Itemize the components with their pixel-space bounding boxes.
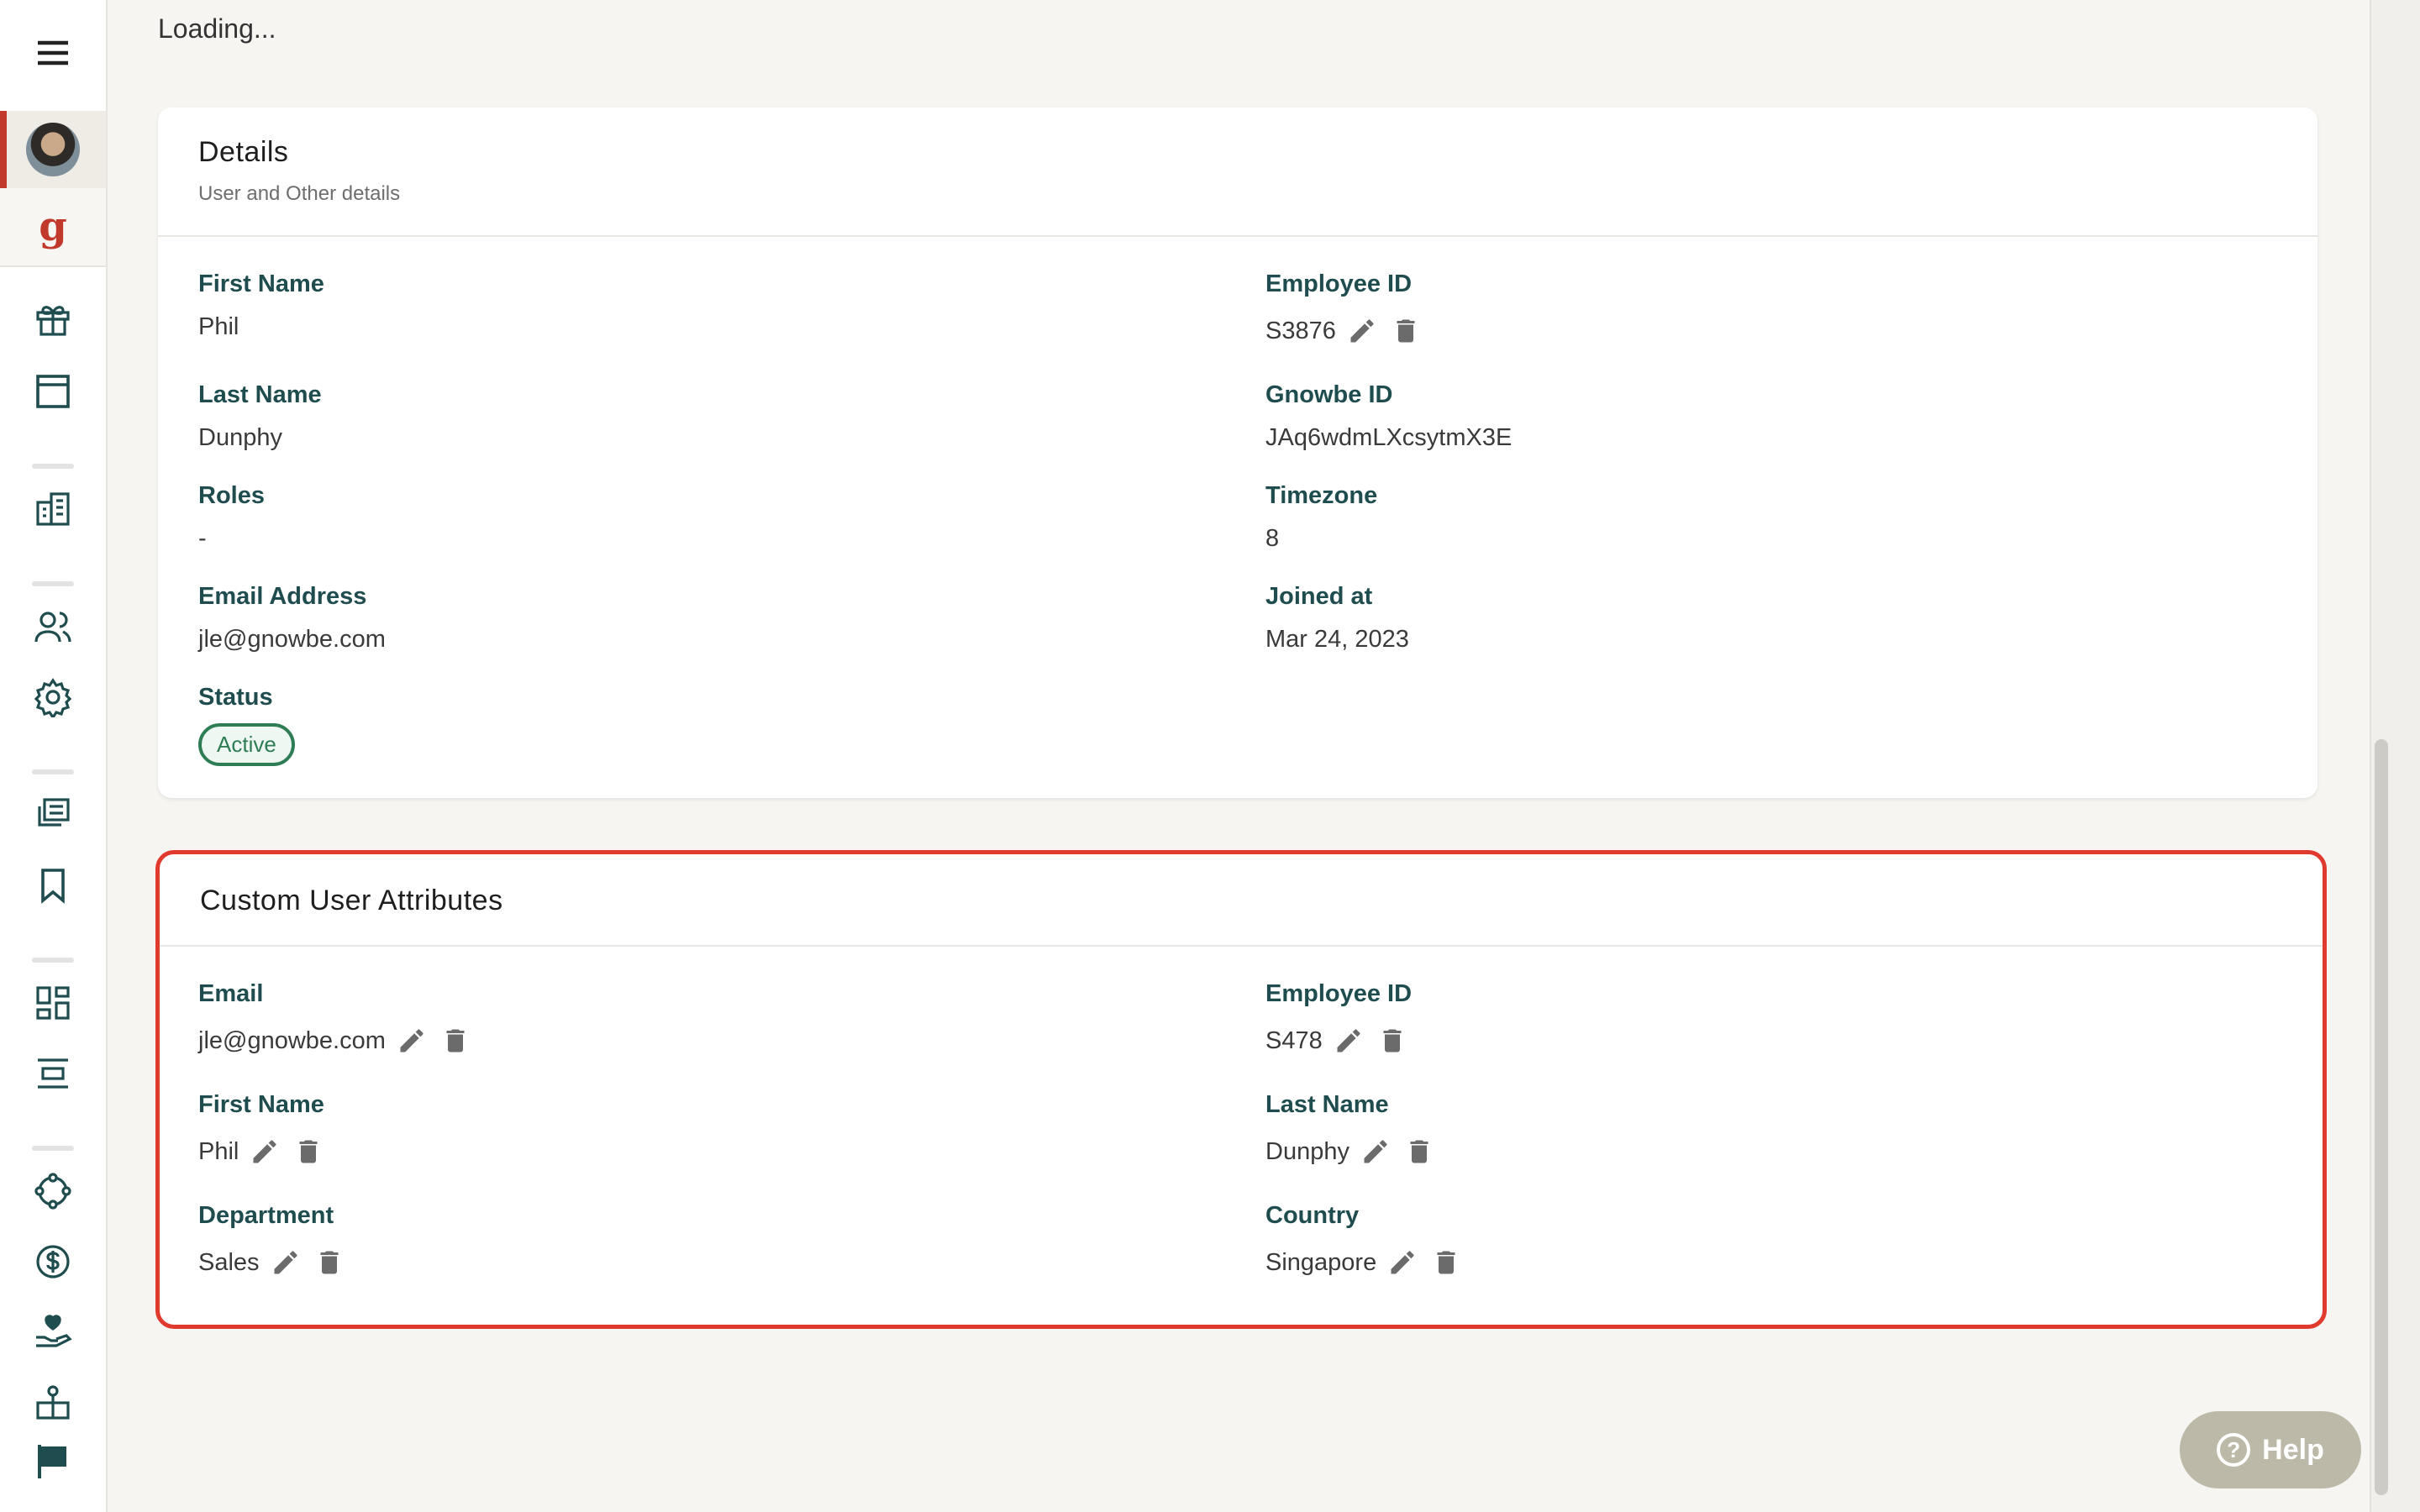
field-status: Status Active [198, 684, 295, 766]
profile-avatar-button[interactable] [0, 111, 106, 188]
bookmark-icon[interactable] [0, 862, 106, 909]
custom-title: Custom User Attributes [200, 885, 503, 916]
field-last-name: Last Name Dunphy [198, 381, 322, 452]
custom-field-email: Email jle@gnowbe.com [198, 980, 473, 1058]
library-icon[interactable] [0, 791, 106, 838]
field-value: S3876 [1265, 317, 1336, 344]
custom-attributes-card: Custom User Attributes Email jle@gnowbe.… [155, 850, 2327, 1329]
gift-icon[interactable] [0, 296, 106, 343]
field-value: - [198, 525, 207, 552]
org-chart-icon[interactable] [0, 1379, 106, 1426]
custom-field-employee-id: Employee ID S478 [1265, 980, 1412, 1058]
field-label: Email Address [198, 583, 367, 610]
window-icon[interactable] [0, 368, 106, 415]
custom-field-country: Country Singapore [1265, 1202, 1464, 1280]
field-label: Roles [198, 482, 265, 509]
edit-icon[interactable] [1344, 313, 1380, 349]
field-label: First Name [198, 270, 324, 297]
field-timezone: Timezone 8 [1265, 482, 1377, 553]
trash-icon[interactable] [1428, 1245, 1464, 1280]
custom-field-department: Department Sales [198, 1202, 347, 1280]
trash-icon[interactable] [1375, 1023, 1410, 1058]
field-label: Status [198, 684, 273, 711]
trash-icon[interactable] [438, 1023, 473, 1058]
help-label: Help [2262, 1433, 2324, 1466]
field-value: Mar 24, 2023 [1265, 626, 1409, 653]
building-icon[interactable] [0, 486, 106, 533]
sidebar-divider [0, 265, 106, 267]
edit-icon[interactable] [247, 1134, 282, 1169]
edit-icon[interactable] [1385, 1245, 1420, 1280]
field-label: Employee ID [1265, 980, 1413, 1007]
field-joined-at: Joined at Mar 24, 2023 [1265, 583, 1409, 654]
sidebar-separator [32, 958, 74, 963]
custom-field-last-name: Last Name Dunphy [1265, 1091, 1437, 1169]
field-roles: Roles - [198, 482, 265, 553]
details-divider [158, 235, 2317, 237]
trash-icon[interactable] [291, 1134, 326, 1169]
field-value: Phil [198, 313, 239, 340]
custom-divider [160, 945, 2323, 947]
field-employee-id: Employee ID S3876 [1265, 270, 1423, 349]
field-value: Sales [198, 1248, 260, 1276]
avatar [26, 123, 80, 176]
gear-icon[interactable] [0, 674, 106, 721]
field-label: Department [198, 1202, 334, 1229]
dashboard-icon[interactable] [0, 979, 106, 1026]
field-label: Joined at [1265, 583, 1373, 610]
trash-icon[interactable] [312, 1245, 347, 1280]
field-value: JAq6wdmLXcsytmX3E [1265, 424, 1512, 451]
edit-icon[interactable] [1358, 1134, 1393, 1169]
field-value: jle@gnowbe.com [198, 626, 386, 653]
gnowbe-logo-button[interactable]: g [0, 188, 106, 265]
status-badge: Active [198, 723, 295, 766]
field-value: 8 [1265, 525, 1280, 552]
edit-icon[interactable] [1331, 1023, 1366, 1058]
custom-field-first-name: First Name Phil [198, 1091, 326, 1169]
details-header: Details User and Other details [198, 136, 400, 206]
field-email-address: Email Address jle@gnowbe.com [198, 583, 386, 654]
field-label: Timezone [1265, 482, 1378, 509]
edit-icon[interactable] [268, 1245, 303, 1280]
users-icon[interactable] [0, 603, 106, 650]
menu-icon[interactable] [0, 25, 106, 81]
field-label: Country [1265, 1202, 1360, 1229]
field-label: Gnowbe ID [1265, 381, 1393, 408]
flag-icon[interactable] [0, 1438, 106, 1485]
help-button[interactable]: ? Help [2180, 1411, 2361, 1488]
details-card: Details User and Other details First Nam… [158, 108, 2317, 798]
sidebar-separator [32, 464, 74, 469]
sidebar: g [0, 0, 108, 1512]
sidebar-separator [32, 1146, 74, 1151]
sidebar-separator [32, 769, 74, 774]
scrollbar-thumb[interactable] [2375, 739, 2388, 1495]
field-value: Singapore [1265, 1248, 1377, 1276]
trash-icon[interactable] [1402, 1134, 1437, 1169]
edit-icon[interactable] [394, 1023, 429, 1058]
field-value: Phil [198, 1137, 239, 1165]
custom-header: Custom User Attributes [200, 885, 503, 917]
network-icon[interactable] [0, 1168, 106, 1215]
trash-icon[interactable] [1388, 313, 1423, 349]
field-label: Last Name [198, 381, 322, 408]
field-value: Dunphy [198, 424, 282, 451]
gnowbe-logo: g [39, 203, 67, 250]
field-gnowbe-id: Gnowbe ID JAq6wdmLXcsytmX3E [1265, 381, 1512, 452]
donation-icon[interactable] [0, 1309, 106, 1356]
field-label: Email [198, 980, 264, 1007]
field-value: S478 [1265, 1026, 1323, 1054]
sidebar-separator [32, 581, 74, 586]
loading-text: Loading... [158, 13, 276, 44]
dollar-icon[interactable] [0, 1238, 106, 1285]
details-title: Details [198, 136, 289, 168]
align-center-icon[interactable] [0, 1050, 106, 1097]
field-value: jle@gnowbe.com [198, 1026, 386, 1054]
field-label: Employee ID [1265, 270, 1413, 297]
help-icon: ? [2217, 1433, 2251, 1467]
field-value: Dunphy [1265, 1137, 1349, 1165]
field-label: Last Name [1265, 1091, 1389, 1118]
field-label: First Name [198, 1091, 324, 1118]
details-subtitle: User and Other details [198, 182, 401, 205]
field-first-name: First Name Phil [198, 270, 324, 341]
